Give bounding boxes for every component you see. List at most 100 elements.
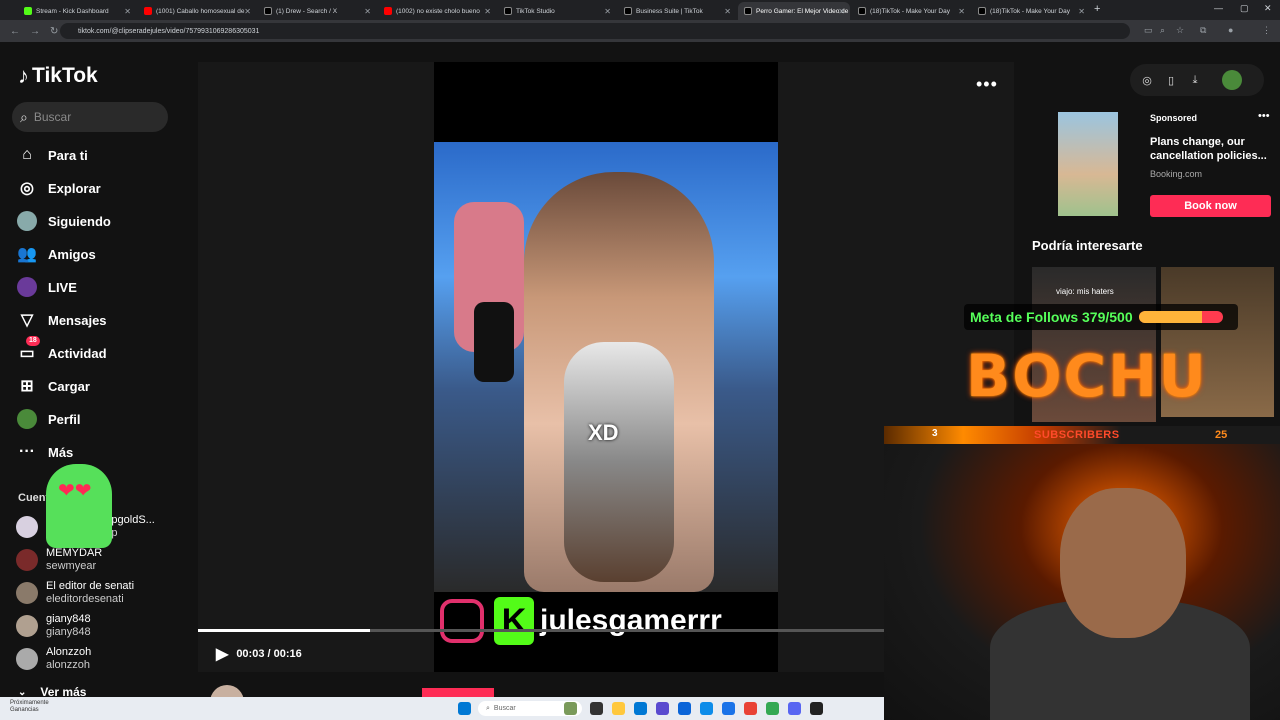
sidebar-item-siguiendo[interactable]: Siguiendo [16, 210, 111, 232]
browser-menu-icon[interactable]: ⋮ [1262, 25, 1271, 36]
tab-label: (1001) Caballo homosexual de [156, 7, 245, 15]
sidebar-item-mensajes[interactable]: ▽ Mensajes [16, 309, 107, 331]
extensions-icon[interactable]: ⧉ [1200, 25, 1206, 36]
x-favicon-icon [264, 7, 272, 15]
weather-widget[interactable]: Próximamente Ganancias [10, 700, 49, 714]
close-icon[interactable]: ✕ [484, 7, 491, 16]
sidebar-item-perfil[interactable]: Perfil [16, 408, 81, 430]
profile-icon[interactable]: ● [1228, 25, 1233, 35]
ad-more-icon[interactable]: ••• [1258, 110, 1270, 122]
account-handle: sewmyear [46, 560, 97, 572]
follow-button[interactable] [422, 688, 494, 697]
browser-tab[interactable]: TikTok Studio ✕ [498, 2, 616, 20]
profile-avatar-icon [16, 408, 38, 430]
followed-account[interactable]: Alonzzoh alonzzoh [16, 646, 91, 672]
window-close-icon[interactable]: ✕ [1264, 3, 1272, 14]
sidebar-item-amigos[interactable]: 👥 Amigos [16, 243, 96, 265]
sidebar-item-live[interactable]: LIVE [16, 276, 77, 298]
taskbar-app-icon[interactable] [656, 702, 669, 715]
forward-icon[interactable]: → [30, 26, 40, 37]
cast-icon[interactable]: ▭ [1144, 25, 1153, 36]
obs-icon[interactable] [810, 702, 823, 715]
browser-tab[interactable]: (18)TikTok - Make Your Day ✕ [852, 2, 970, 20]
download-icon[interactable]: ⤓ [1187, 72, 1203, 88]
tiktok-logo[interactable]: ♪ TikTok [18, 63, 98, 89]
weather-line: Próximamente [10, 700, 49, 706]
chrome-icon[interactable] [744, 702, 757, 715]
browser-tab[interactable]: (1) Drew - Search / X ✕ [258, 2, 376, 20]
maximize-icon[interactable]: ▢ [1240, 3, 1249, 14]
avatar [16, 516, 38, 538]
close-icon[interactable]: ✕ [364, 7, 371, 16]
minimize-icon[interactable]: — [1214, 3, 1223, 13]
recommended-video-caption: viajo: mis haters [1056, 287, 1114, 296]
file-explorer-icon[interactable] [612, 702, 625, 715]
new-tab-icon[interactable]: + [1094, 3, 1100, 15]
zoom-icon[interactable]: ⌕ [1160, 25, 1165, 36]
reload-icon[interactable]: ↻ [50, 26, 58, 37]
edge-icon[interactable] [700, 702, 713, 715]
book-now-button[interactable]: Book now [1150, 195, 1271, 217]
followed-account[interactable]: giany848 giany848 [16, 613, 91, 639]
bookmark-star-icon[interactable]: ☆ [1176, 25, 1184, 36]
browser-tab[interactable]: Stream - Kick Dashboard ✕ [18, 2, 136, 20]
video-frame[interactable] [434, 142, 778, 592]
close-icon[interactable]: ✕ [724, 7, 731, 16]
ad-thumbnail[interactable] [1058, 112, 1118, 216]
play-icon[interactable]: ▶ [216, 644, 228, 664]
follow-goal-text: Meta de Follows 379/500 [970, 309, 1133, 325]
back-icon[interactable]: ← [10, 26, 20, 37]
browser-tab[interactable]: (18)TikTok - Make Your Day ✕ [972, 2, 1090, 20]
tiktok-favicon-icon [624, 7, 632, 15]
windows-taskbar: Próximamente Ganancias ⌕ Buscar [0, 697, 884, 720]
start-icon[interactable] [458, 702, 471, 715]
sidebar-item-explorar[interactable]: ◎ Explorar [16, 177, 101, 199]
video-more-options-icon[interactable]: ••• [976, 74, 998, 95]
weather-line: Ganancias [10, 707, 39, 713]
taskbar-search-placeholder: Buscar [493, 705, 516, 712]
close-icon[interactable]: ✕ [604, 7, 611, 16]
sidebar-item-para-ti[interactable]: ⌂ Para ti [16, 144, 88, 166]
followed-account[interactable]: MEMYDAR sewmyear [16, 547, 102, 573]
followed-account[interactable]: El editor de senati eleditordesenati [16, 580, 134, 606]
chrome-icon[interactable] [766, 702, 779, 715]
microphone-image [474, 302, 514, 382]
video-time: 00:03 / 00:16 [236, 648, 302, 660]
more-dots-icon: ··· [19, 443, 35, 460]
taskbar-app-icon[interactable] [590, 702, 603, 715]
sidebar-item-actividad[interactable]: ▭ 18 Actividad [16, 336, 107, 364]
close-icon[interactable]: ✕ [124, 7, 131, 16]
watermark-text: julesgamerrr [540, 604, 722, 637]
discord-icon[interactable] [788, 702, 801, 715]
friends-icon: 👥 [17, 246, 37, 263]
video-controls: ▶ 00:03 / 00:16 [216, 644, 302, 664]
close-icon[interactable]: ✕ [958, 7, 965, 16]
close-icon[interactable]: ✕ [244, 7, 251, 16]
sidebar-item-label: Explorar [48, 180, 101, 196]
browser-tab[interactable]: Business Suite | TikTok ✕ [618, 2, 736, 20]
browser-tab[interactable]: (1001) Caballo homosexual de ✕ [138, 2, 256, 20]
profile-avatar-icon[interactable] [1222, 70, 1242, 90]
ad-text[interactable]: Plans change, our cancellation policies.… [1150, 135, 1270, 163]
taskbar-app-icon[interactable] [564, 702, 577, 715]
outlook-icon[interactable] [678, 702, 691, 715]
close-icon[interactable]: ✕ [1078, 7, 1085, 16]
chrome-icon[interactable] [722, 702, 735, 715]
close-icon[interactable]: ✕ [838, 7, 845, 16]
avatar [16, 615, 38, 637]
search-input[interactable]: ⌕ Buscar [12, 102, 168, 132]
inbox-icon: ▭ 18 [16, 336, 40, 364]
compass-icon[interactable]: ◎ [1139, 72, 1155, 88]
store-icon[interactable] [634, 702, 647, 715]
browser-tab-active[interactable]: Perro Gamer: El Mejor Video de ✕ [738, 2, 850, 20]
dog-image [564, 342, 674, 582]
url-field[interactable]: tiktok.com/@clipseradejules/video/757993… [60, 23, 1130, 39]
search-placeholder: Buscar [33, 110, 72, 124]
sponsored-label: Sponsored [1150, 113, 1198, 123]
phone-icon[interactable]: ▯ [1163, 72, 1179, 88]
sidebar-item-mas[interactable]: ··· Más [16, 441, 73, 463]
browser-tab[interactable]: (1002) no existe cholo bueno ✕ [378, 2, 496, 20]
sidebar-item-label: LIVE [48, 279, 77, 295]
sidebar-item-label: Siguiendo [48, 213, 111, 229]
sidebar-item-cargar[interactable]: ⊞ Cargar [16, 375, 90, 397]
